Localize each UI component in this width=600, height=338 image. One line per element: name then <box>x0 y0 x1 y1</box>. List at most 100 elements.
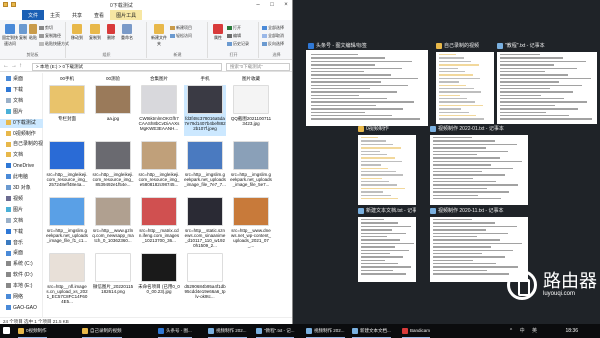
address-bar[interactable]: > 本地 (E:) > 0下载测试 <box>32 63 222 71</box>
file-item[interactable]: fd3f48c378016a5da7e79d1407b4bef8822b107f… <box>184 85 226 136</box>
new-item-button[interactable]: 新建项目 <box>170 25 192 31</box>
rename-button[interactable]: 重命名 <box>119 24 135 41</box>
file-item[interactable]: CWt6ktmlmOKGfh7CAASh8bCvDiAAXsMgKWE3EAAN… <box>138 85 180 136</box>
maximize-icon[interactable]: □ <box>265 0 279 10</box>
tab-share[interactable]: 共享 <box>66 10 88 20</box>
nav-item[interactable]: 本地 (E:) <box>0 282 43 291</box>
task-view-window[interactable]: 新建文本文档.txt - 记事本 <box>358 207 416 282</box>
copy-button[interactable]: 复制 <box>18 24 28 41</box>
tab-picture-tools[interactable]: 图片工具 <box>110 10 143 20</box>
taskbar-item[interactable]: 0视频制作 <box>18 324 47 338</box>
copy-to-button[interactable]: 复制到 <box>87 24 103 41</box>
select-all-icon <box>262 25 267 30</box>
nav-item[interactable]: 视频 <box>0 195 43 204</box>
quick-folder-icon[interactable] <box>3 2 8 7</box>
search-input[interactable]: 搜索"0下载测试" <box>226 63 290 71</box>
nav-item[interactable]: 3D 对象 <box>0 184 43 193</box>
nav-item[interactable]: 文档 <box>0 151 43 160</box>
file-item[interactable]: d5290684b95a4f1db95cdd4e19e66a6_tplv-ok9… <box>184 253 226 304</box>
nav-item[interactable]: 桌面 <box>0 249 43 258</box>
easy-access-button[interactable]: 轻松访问 <box>170 33 192 39</box>
nav-item[interactable]: 软件 (D:) <box>0 271 43 280</box>
task-view-window[interactable]: "教程".txt - 记事本 <box>497 42 597 124</box>
nav-item[interactable]: 自己录制的视频 <box>0 140 43 149</box>
file-item[interactable]: src=http__www.gzlnq.com_newsapp_match_0_… <box>92 197 134 248</box>
nav-item[interactable]: 0视频制作 <box>0 130 43 139</box>
move-to-button[interactable]: 移动到 <box>69 24 85 41</box>
nav-item[interactable]: 图片 <box>0 206 43 215</box>
history-button[interactable]: 历史记录 <box>227 41 249 47</box>
file-item[interactable]: aa.jpg <box>92 85 134 136</box>
file-item[interactable]: src=http__static.sznews.com_sinaanime_d1… <box>184 197 226 248</box>
file-item[interactable]: src=http__imgslim.geekpark.net_uploads_i… <box>184 141 226 192</box>
tab-file[interactable]: 文件 <box>22 10 45 20</box>
task-view-window[interactable]: 自己录制的视频 <box>436 42 494 124</box>
taskbar-item[interactable]: 头条号 - 图... <box>158 324 192 338</box>
delete-button[interactable]: 删除 <box>105 24 117 41</box>
tab-view[interactable]: 查看 <box>88 10 110 20</box>
taskbar-item[interactable]: 新建文本文档... <box>352 324 391 338</box>
task-view-window[interactable]: 视频制作 2022-01.txt - 记事本 <box>430 125 528 205</box>
file-item[interactable]: 未命名项目 (已用0_00_00.23).jpg <box>138 253 180 304</box>
folder-label[interactable]: 00测验 <box>92 76 134 81</box>
folder-label[interactable]: 00手机 <box>46 76 88 81</box>
taskbar-item[interactable]: "教程".txt - 记... <box>256 324 295 338</box>
system-tray[interactable]: ^ 中 英 <box>510 327 540 334</box>
taskbar-item[interactable]: 视频制作 202... <box>208 324 247 338</box>
pin-button[interactable]: 固定到快速访问 <box>2 24 18 47</box>
nav-item[interactable]: OneDrive <box>0 162 43 171</box>
cut-button[interactable]: 剪切 <box>39 25 53 31</box>
taskbar-item[interactable]: Bandicam <box>402 324 431 338</box>
file-item[interactable]: src=http__matrix.cdn.ifeng.com_images_10… <box>138 197 180 248</box>
select-all-button[interactable]: 全部选择 <box>262 25 284 31</box>
nav-item[interactable]: 系统 (C:) <box>0 260 43 269</box>
nav-item[interactable]: 下载 <box>0 228 43 237</box>
nav-item[interactable]: 0下载测试 <box>0 118 43 128</box>
task-view-window[interactable]: 头条号 - 图文编辑/标签 <box>306 42 428 126</box>
copy-path-button[interactable]: 复制路径 <box>39 33 61 39</box>
file-item[interactable]: 专栏封面 <box>46 85 88 136</box>
nav-item[interactable]: 此电脑 <box>0 173 43 182</box>
file-item[interactable]: src=http__www.dnews.net_wp-content_uploa… <box>230 197 272 248</box>
paste-button[interactable]: 粘贴 <box>28 24 38 41</box>
nav-item[interactable]: 桌面 <box>0 75 43 84</box>
window-title-text: 0视频制作 <box>366 126 389 132</box>
minimize-icon[interactable]: – <box>251 0 265 10</box>
file-item[interactable]: src=http__imgleikeji.com_resource_img_e5… <box>138 141 180 192</box>
nav-item[interactable]: 图片 <box>0 108 43 117</box>
start-icon[interactable] <box>3 324 10 338</box>
file-item[interactable]: src=http__imgslim.geekpark.net_uploads_i… <box>46 197 88 248</box>
file-item[interactable]: src=http__imgslim.geekpark.net_uploads_i… <box>230 141 272 192</box>
paste-shortcut-button[interactable]: 粘贴快捷方式 <box>39 41 69 47</box>
clock[interactable]: 18:36 <box>565 324 578 338</box>
task-view-window[interactable]: 0视频制作 <box>358 125 416 205</box>
nav-item[interactable]: 音乐 <box>0 239 43 248</box>
select-none-button[interactable]: 全部取消 <box>262 33 284 39</box>
taskbar-item[interactable]: 自己录制的视频 <box>82 324 122 338</box>
file-item[interactable]: src=http__nfl.images.cn_upload_xs_2021_E… <box>46 253 88 304</box>
nav-item[interactable]: 文档 <box>0 217 43 226</box>
folder-label[interactable]: 合集图片 <box>138 76 180 81</box>
image-thumbnail <box>95 197 131 226</box>
nav-item[interactable]: 文档 <box>0 97 43 106</box>
open-button[interactable]: 打开 <box>227 25 241 31</box>
nav-arrows[interactable]: ←→↑ <box>3 63 24 69</box>
file-item[interactable]: src=http__imgleikeji.com_resource_img_25… <box>46 141 88 192</box>
invert-selection-button[interactable]: 反向选择 <box>262 41 284 47</box>
file-item[interactable]: QQ截图20211007113423.jpg <box>230 85 272 136</box>
folder-label[interactable]: 图片收藏 <box>230 76 272 81</box>
file-item[interactable]: 微信图片_20220115182614.png <box>92 253 134 304</box>
file-item[interactable]: src=http__imgleikeji.com_resource_img_85… <box>92 141 134 192</box>
edit-button[interactable]: 编辑 <box>227 33 241 39</box>
taskbar-item[interactable]: 视频制作 202... <box>306 324 345 338</box>
nav-item[interactable]: GAO-GAO <box>0 304 43 313</box>
properties-button[interactable]: 属性 <box>211 24 225 41</box>
nav-item[interactable]: 下载 <box>0 86 43 95</box>
nav-item-label: 自己录制的视频 <box>13 141 43 148</box>
quick-save-icon[interactable] <box>11 2 16 7</box>
new-folder-button[interactable]: 新建文件夹 <box>150 24 168 47</box>
tab-home[interactable]: 主页 <box>44 10 66 20</box>
close-icon[interactable]: × <box>279 0 292 10</box>
nav-item[interactable]: 网络 <box>0 293 43 302</box>
folder-label[interactable]: 手机 <box>184 76 226 81</box>
